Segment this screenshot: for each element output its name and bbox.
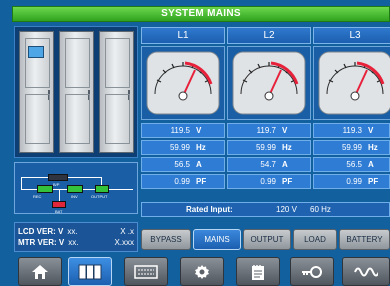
mtr-version-value: xx. [68, 238, 79, 247]
output-label: OUTPUT [91, 194, 108, 199]
gauge-l2 [227, 46, 311, 120]
ups-module-icon [134, 264, 158, 279]
frequency-unit: Hz [196, 143, 206, 152]
current-value-l3: 56.5 [346, 160, 362, 169]
frequency-cell-l3: 59.99 Hz [313, 140, 390, 155]
pf-unit: PF [282, 177, 293, 186]
tab-load[interactable]: LOAD [293, 229, 337, 250]
rectifier-box [37, 185, 53, 193]
tab-output[interactable]: OUTPUT [243, 229, 291, 250]
mtr-version-suffix: X.xxx [114, 238, 134, 247]
battery-label: BAT [55, 209, 63, 214]
screen-frame: SYSTEM MAINS B/P REC INV OUTPUT BAT L1 1… [0, 0, 390, 286]
home-icon [32, 264, 48, 279]
voltage-cell-l2: 119.7 V [227, 123, 311, 138]
analog-meter-icon [146, 51, 220, 115]
frequency-cell-l2: 59.99 Hz [227, 140, 311, 155]
page-title: SYSTEM MAINS [12, 6, 390, 22]
rated-voltage: 120 V [276, 205, 297, 214]
battery-box [52, 201, 66, 208]
voltage-cell-l3: 119.3 V [313, 123, 390, 138]
frequency-cell-l1: 59.99 Hz [141, 140, 225, 155]
rectifier-label: REC [33, 194, 42, 199]
gauge-l3 [313, 46, 390, 120]
settings-button[interactable] [180, 257, 224, 286]
current-value-l1: 56.5 [174, 160, 190, 169]
pf-value-l1: 0.99 [174, 177, 190, 186]
pf-value-l3: 0.99 [346, 177, 362, 186]
frequency-unit: Hz [282, 143, 292, 152]
waveform-button[interactable] [342, 257, 390, 286]
output-box [95, 185, 109, 193]
bypass-box [48, 174, 68, 181]
phase-header-l2: L2 [227, 27, 311, 44]
tab-mains[interactable]: MAINS [193, 229, 241, 250]
voltage-cell-l1: 119.5 V [141, 123, 225, 138]
bypass-riser [21, 177, 22, 190]
voltage-unit: V [282, 126, 288, 135]
current-cell-l2: 54.7 A [227, 157, 311, 172]
log-button[interactable] [236, 257, 280, 286]
frequency-value-l2: 59.99 [255, 143, 276, 152]
pf-cell-l1: 0.99 PF [141, 174, 225, 189]
cabinet-icon [78, 264, 102, 279]
gauge-l1 [141, 46, 225, 120]
tab-bypass[interactable]: BYPASS [141, 229, 191, 250]
voltage-value-l1: 119.5 [170, 126, 190, 135]
cabinet-display [28, 46, 44, 58]
frequency-value-l3: 59.99 [341, 143, 362, 152]
cabinet-handle [88, 90, 90, 100]
home-button[interactable] [18, 257, 62, 286]
lcd-version-row: LCD VER: V xx. X .x [18, 226, 134, 237]
pf-cell-l2: 0.99 PF [227, 174, 311, 189]
current-unit: A [196, 160, 202, 169]
current-cell-l1: 56.5 A [141, 157, 225, 172]
cabinet-handle [48, 90, 50, 100]
cabinet-handle [128, 90, 130, 100]
lcd-version-suffix: X .x [120, 227, 134, 236]
cabinet-door-2 [59, 31, 94, 153]
gear-icon [195, 264, 209, 279]
version-info: LCD VER: V xx. X .x MTR VER: V xx. X.xxx [14, 222, 138, 252]
cabinet-door-1 [19, 31, 54, 153]
key-icon [302, 265, 322, 278]
pf-value-l2: 0.99 [260, 177, 276, 186]
voltage-value-l3: 119.3 [342, 126, 362, 135]
voltage-unit: V [368, 126, 374, 135]
mtr-version-label: MTR VER: V [18, 238, 65, 247]
maintenance-button[interactable] [290, 257, 334, 286]
inverter-label: INV [71, 194, 78, 199]
current-value-l2: 54.7 [260, 160, 276, 169]
cabinet-door-3 [99, 31, 134, 153]
pf-unit: PF [196, 177, 207, 186]
bypass-label: B/P [53, 182, 60, 187]
rated-input-label: Rated Input: [186, 205, 233, 214]
lcd-version-value: xx. [67, 227, 78, 236]
analog-meter-icon [318, 51, 390, 115]
pf-cell-l3: 0.99 PF [313, 174, 390, 189]
phase-header-l3: L3 [313, 27, 390, 44]
current-cell-l3: 56.5 A [313, 157, 390, 172]
mtr-version-row: MTR VER: V xx. X.xxx [18, 237, 134, 248]
cabinet-button[interactable] [68, 257, 112, 286]
rated-input-bar: Rated Input: 120 V 60 Hz [141, 202, 390, 217]
analog-meter-icon [232, 51, 306, 115]
current-unit: A [282, 160, 288, 169]
rated-frequency: 60 Hz [310, 205, 331, 214]
cabinet-illustration [14, 26, 138, 158]
lcd-version-label: LCD VER: V [18, 227, 64, 236]
current-unit: A [368, 160, 374, 169]
pf-unit: PF [368, 177, 379, 186]
voltage-value-l2: 119.7 [256, 126, 276, 135]
phase-header-l1: L1 [141, 27, 225, 44]
frequency-unit: Hz [368, 143, 378, 152]
tab-battery[interactable]: BATTERY [339, 229, 390, 250]
frequency-value-l1: 59.99 [169, 143, 190, 152]
voltage-unit: V [196, 126, 202, 135]
ups-module-button[interactable] [124, 257, 168, 286]
notepad-icon [252, 264, 264, 280]
power-flow-diagram: B/P REC INV OUTPUT BAT [14, 162, 138, 214]
waveform-icon [354, 267, 378, 276]
inverter-box [67, 185, 83, 193]
